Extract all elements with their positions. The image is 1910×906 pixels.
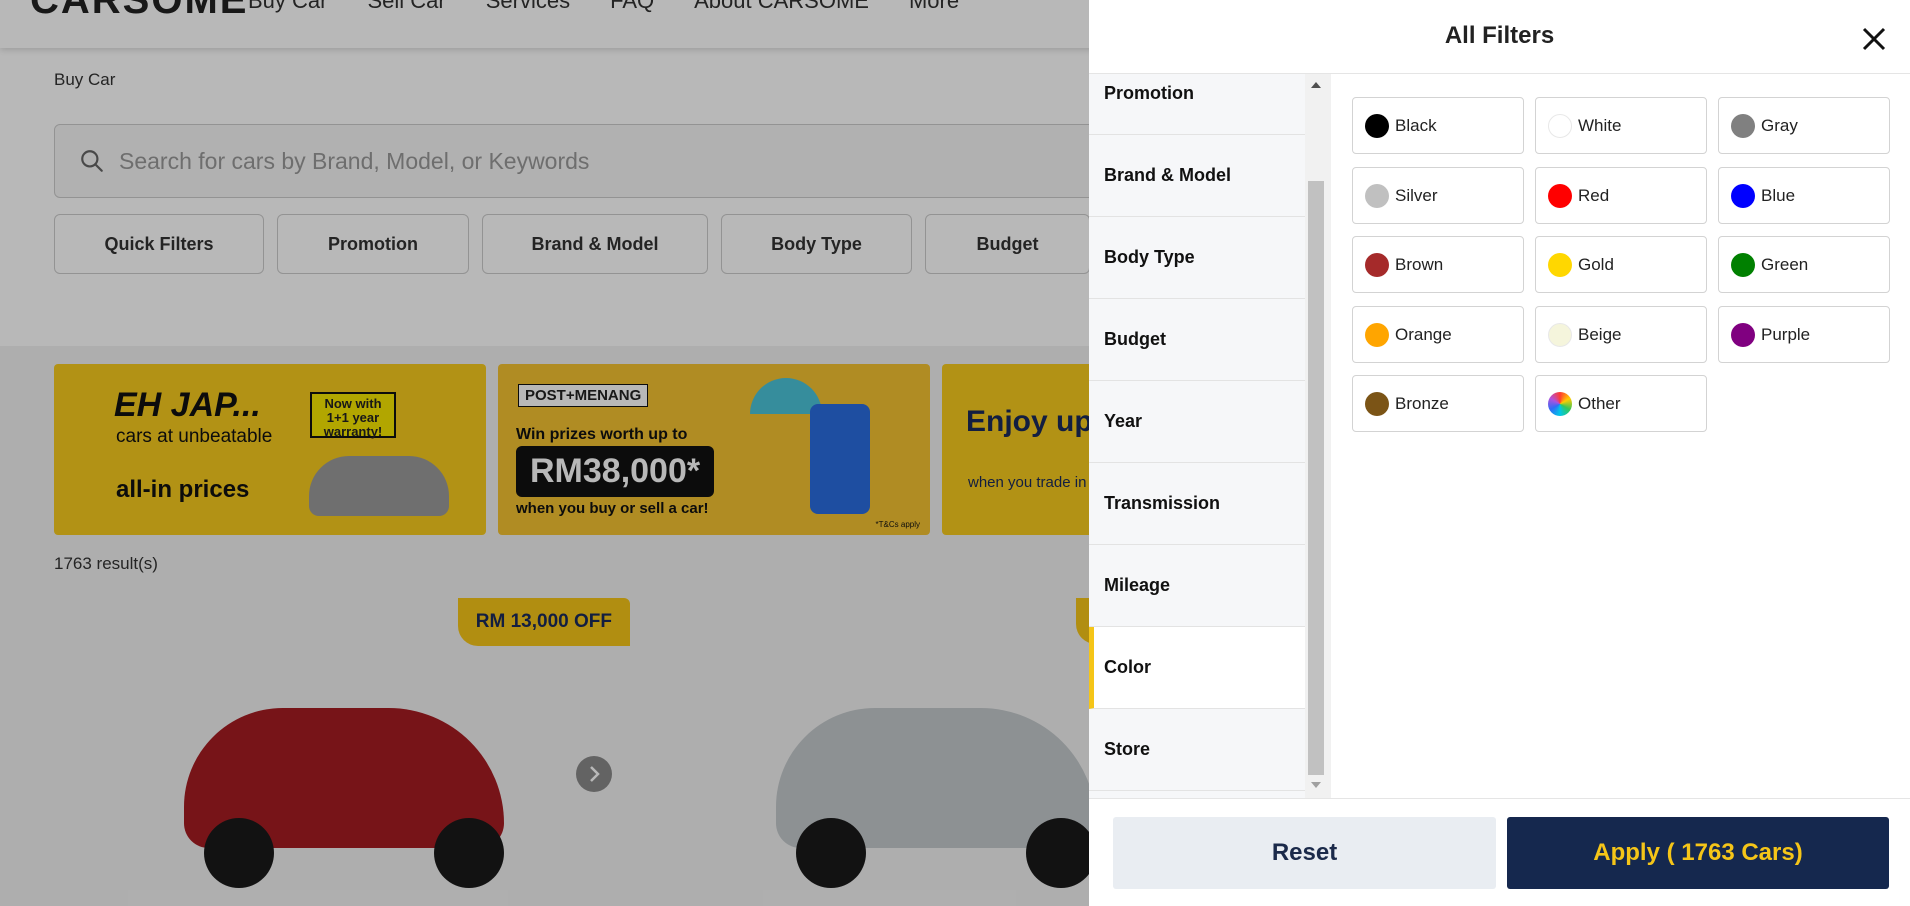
color-option-bronze[interactable]: Bronze	[1352, 375, 1524, 432]
filter-category-transmission[interactable]: Transmission	[1089, 463, 1305, 545]
apply-button[interactable]: Apply ( 1763 Cars)	[1507, 817, 1889, 889]
color-option-orange[interactable]: Orange	[1352, 306, 1524, 363]
color-option-gold[interactable]: Gold	[1535, 236, 1707, 293]
category-scrollbar[interactable]	[1305, 74, 1327, 798]
scrollbar-thumb[interactable]	[1308, 181, 1324, 775]
filter-category-color[interactable]: Color	[1089, 627, 1305, 709]
color-swatch-bronze	[1365, 391, 1389, 416]
color-option-gray[interactable]: Gray	[1718, 97, 1890, 154]
filter-category-list: Promotion Brand & Model Body Type Budget…	[1089, 74, 1305, 798]
color-option-white[interactable]: White	[1535, 97, 1707, 154]
filter-category-body-type[interactable]: Body Type	[1089, 217, 1305, 299]
color-option-beige[interactable]: Beige	[1535, 306, 1707, 363]
scroll-down-arrow-icon[interactable]	[1311, 782, 1321, 788]
close-icon	[1862, 27, 1886, 51]
color-label: Brown	[1395, 254, 1444, 274]
color-option-blue[interactable]: Blue	[1718, 167, 1890, 224]
color-swatch-blue	[1731, 183, 1755, 208]
color-label: Orange	[1395, 324, 1452, 344]
color-option-green[interactable]: Green	[1718, 236, 1890, 293]
color-label: Red	[1578, 185, 1610, 205]
filter-category-budget[interactable]: Budget	[1089, 299, 1305, 381]
color-swatch-orange	[1365, 322, 1389, 347]
close-button[interactable]	[1859, 24, 1889, 54]
reset-button[interactable]: Reset	[1113, 817, 1496, 889]
filter-category-year[interactable]: Year	[1089, 381, 1305, 463]
color-swatch-green	[1731, 252, 1755, 277]
color-swatch-black	[1365, 113, 1389, 138]
scroll-up-arrow-icon[interactable]	[1311, 82, 1321, 88]
color-label: Gray	[1761, 115, 1798, 135]
filter-category-brand-model[interactable]: Brand & Model	[1089, 135, 1305, 217]
panel-divider	[1327, 74, 1331, 798]
color-swatch-white	[1548, 113, 1572, 138]
filter-category-mileage[interactable]: Mileage	[1089, 545, 1305, 627]
drawer-header: All Filters	[1089, 0, 1910, 74]
color-label: Blue	[1761, 185, 1796, 205]
color-swatch-brown	[1365, 252, 1389, 277]
drawer-footer: Reset Apply ( 1763 Cars)	[1089, 798, 1910, 906]
filter-category-promotion[interactable]: Promotion	[1089, 74, 1305, 135]
color-option-black[interactable]: Black	[1352, 97, 1524, 154]
all-filters-drawer: All Filters Promotion Brand & Model Body…	[1089, 0, 1910, 906]
filter-category-store[interactable]: Store	[1089, 709, 1305, 791]
color-swatch-gold	[1548, 252, 1572, 277]
color-label: Beige	[1578, 324, 1622, 344]
color-label: Green	[1761, 254, 1809, 274]
color-swatch-silver	[1365, 183, 1389, 208]
color-swatch-beige	[1548, 322, 1572, 347]
color-label: White	[1578, 115, 1622, 135]
color-label: Gold	[1578, 254, 1614, 274]
color-option-silver[interactable]: Silver	[1352, 167, 1524, 224]
color-option-purple[interactable]: Purple	[1718, 306, 1890, 363]
color-option-red[interactable]: Red	[1535, 167, 1707, 224]
color-option-other[interactable]: Other	[1535, 375, 1707, 432]
color-swatch-red	[1548, 183, 1572, 208]
color-option-brown[interactable]: Brown	[1352, 236, 1524, 293]
color-swatch-gray	[1731, 113, 1755, 138]
color-label: Other	[1578, 393, 1621, 413]
color-label: Purple	[1761, 324, 1811, 344]
color-swatch-purple	[1731, 322, 1755, 347]
drawer-title: All Filters	[1444, 22, 1555, 49]
multicolor-swatch-icon	[1548, 391, 1572, 416]
color-label: Black	[1395, 115, 1437, 135]
color-label: Silver	[1395, 185, 1438, 205]
color-label: Bronze	[1395, 393, 1449, 413]
